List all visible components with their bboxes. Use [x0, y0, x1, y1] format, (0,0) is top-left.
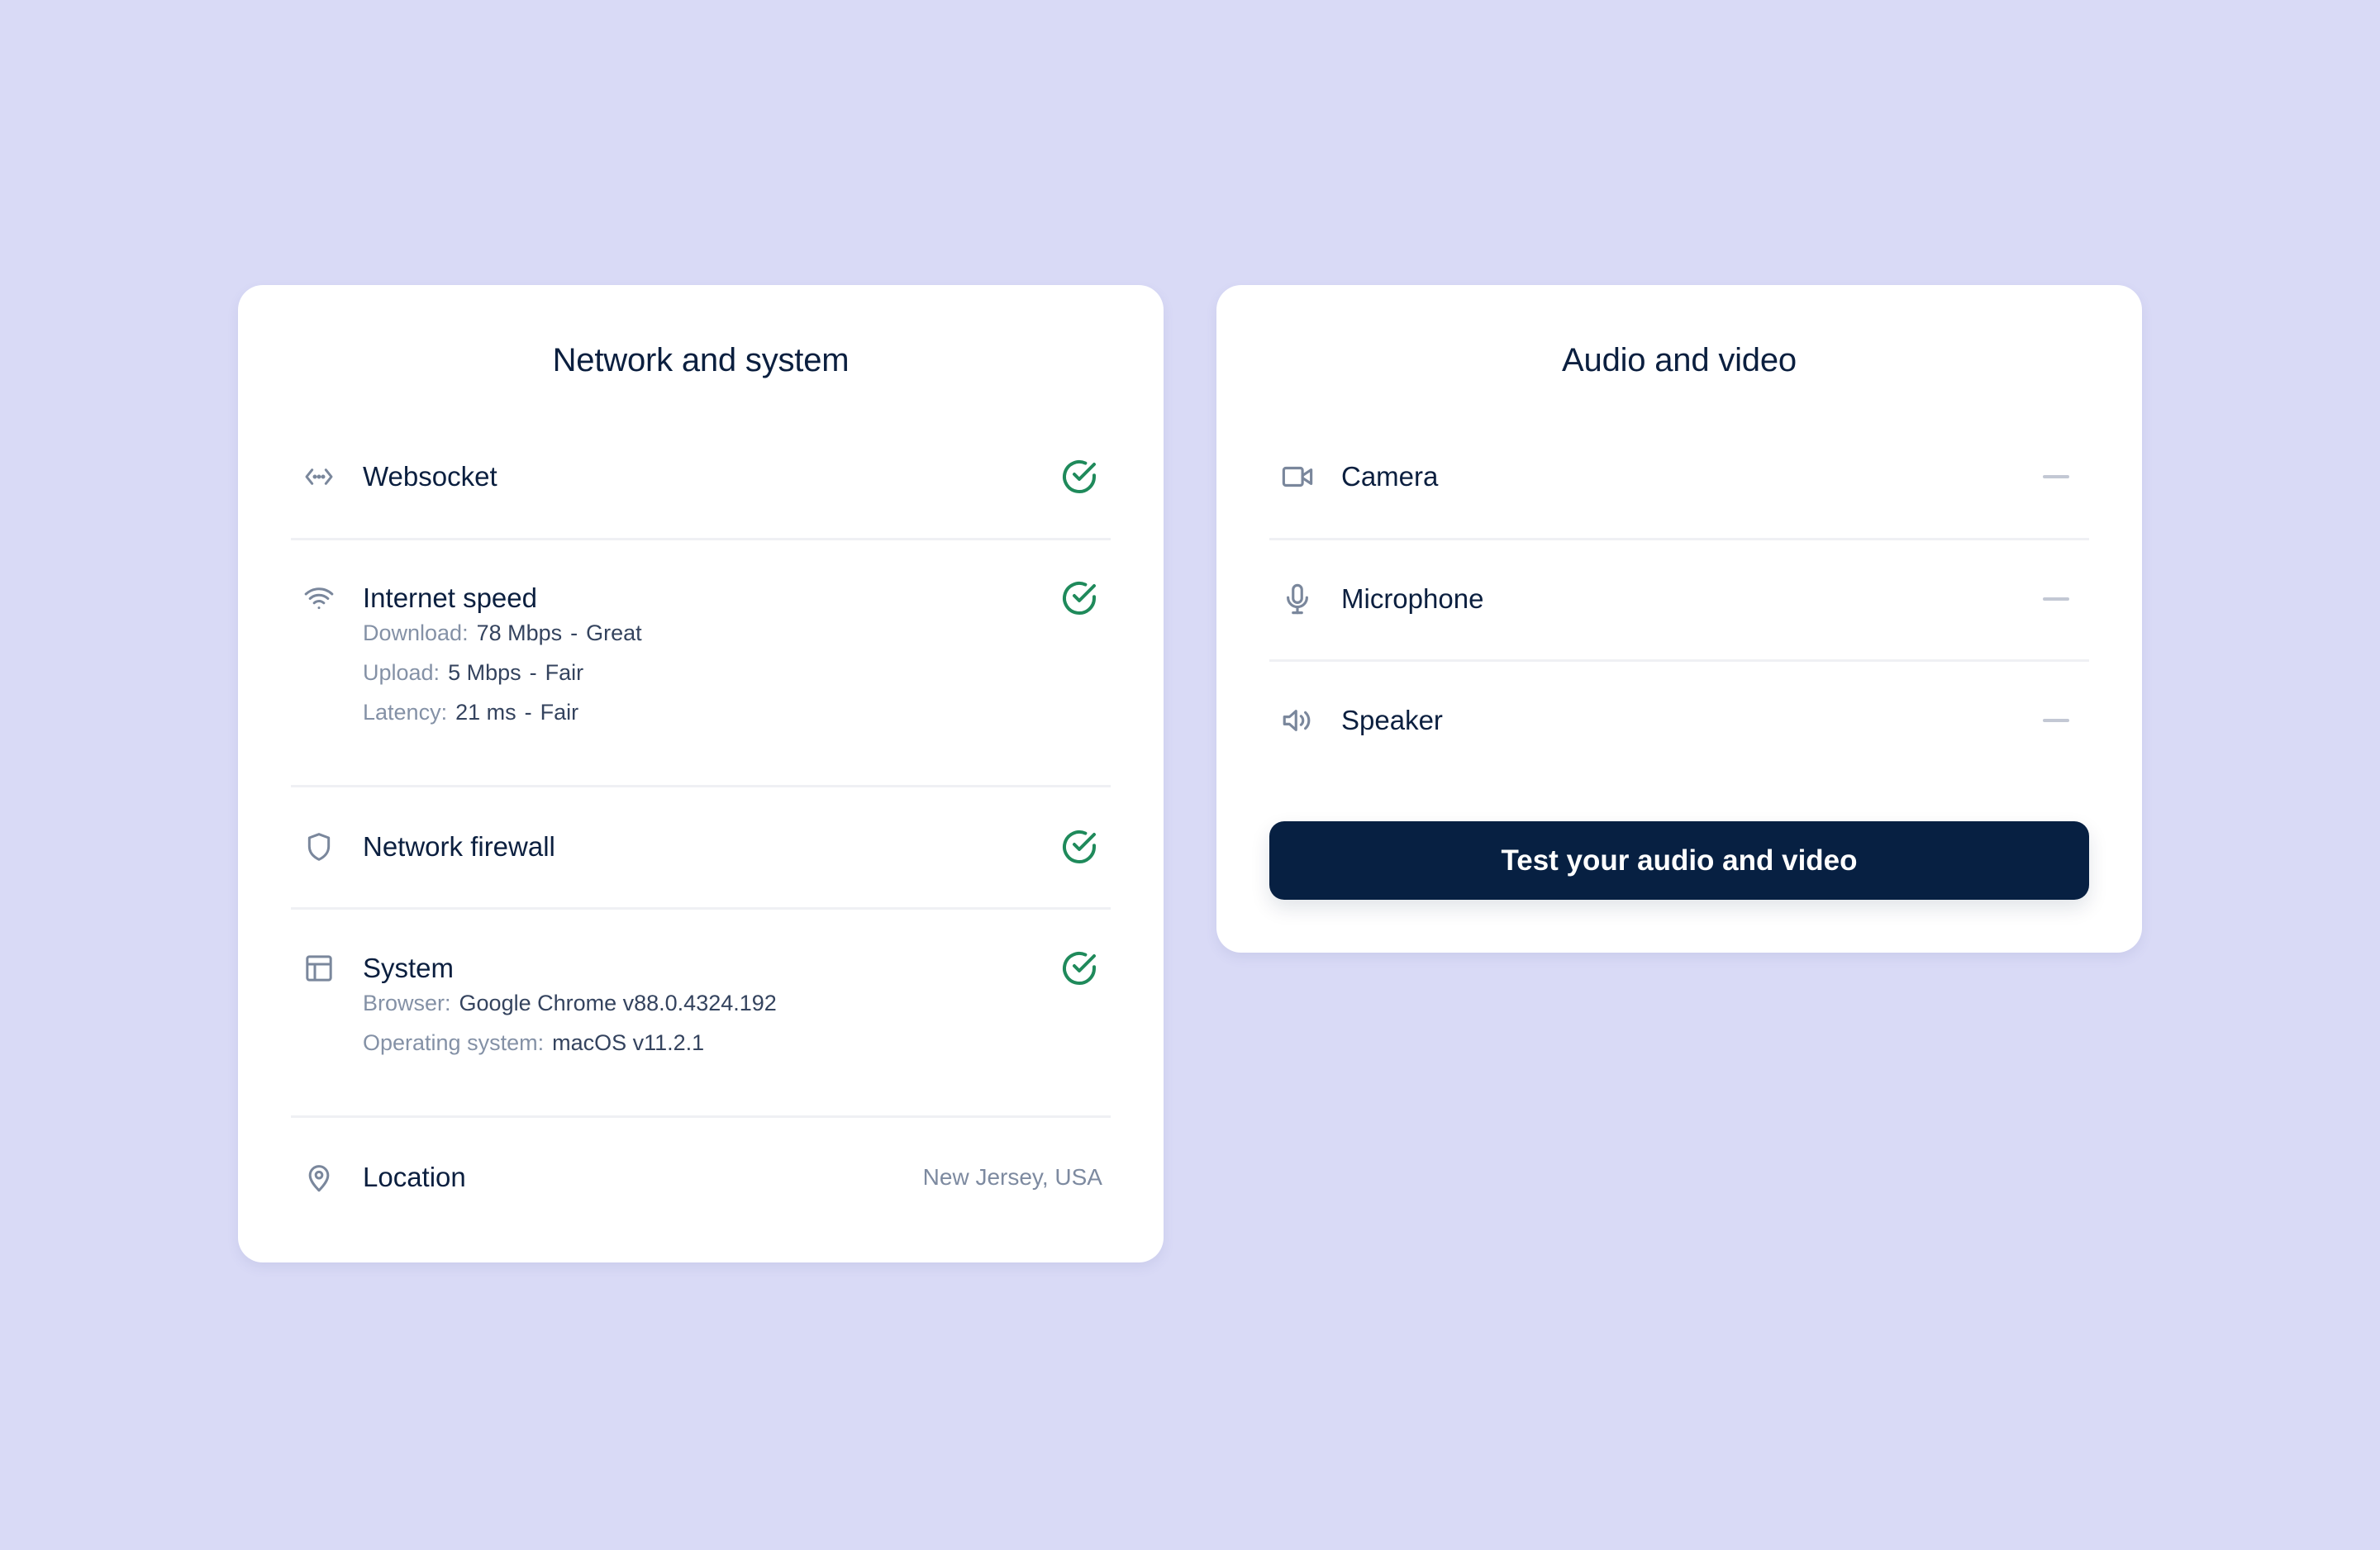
detail-separator: - — [529, 660, 537, 685]
wifi-icon — [301, 580, 337, 616]
system-details: Browser: Google Chrome v88.0.4324.192 Ope… — [363, 983, 777, 1063]
detail-separator: - — [524, 700, 532, 725]
detail-latency: Latency: 21 ms - Fair — [363, 692, 642, 732]
card-title: Network and system — [552, 342, 850, 378]
network-system-card: Network and system Websocket Internet sp… — [238, 285, 1164, 1262]
check-row-system: System Browser: Google Chrome v88.0.4324.… — [291, 950, 1111, 1066]
detail-key: Latency: — [363, 700, 448, 725]
divider — [291, 538, 1111, 540]
divider — [1269, 659, 2089, 662]
detail-value: macOS v11.2.1 — [552, 1030, 705, 1055]
divider — [291, 1115, 1111, 1118]
test-audio-video-button[interactable]: Test your audio and video — [1269, 821, 2089, 900]
divider — [1269, 538, 2089, 540]
layout-icon — [301, 950, 337, 987]
detail-upload: Upload: 5 Mbps - Fair — [363, 653, 642, 692]
check-row-internet-speed: Internet speed Download: 78 Mbps - Great Up… — [291, 580, 1111, 729]
detail-rating: Fair — [540, 700, 579, 725]
video-camera-icon — [1279, 459, 1316, 495]
detail-rating: Great — [586, 620, 642, 645]
detail-browser: Browser: Google Chrome v88.0.4324.192 — [363, 983, 777, 1023]
internet-speed-details: Download: 78 Mbps - Great Upload: 5 Mbps - Fai… — [363, 613, 642, 732]
detail-key: Upload: — [363, 660, 440, 685]
info-label: Location — [363, 1162, 466, 1192]
check-label: Websocket — [363, 461, 497, 492]
map-pin-icon — [301, 1159, 337, 1196]
speaker-icon — [1279, 702, 1316, 739]
divider — [291, 907, 1111, 910]
detail-key: Download: — [363, 620, 469, 645]
divider — [291, 785, 1111, 787]
device-row-microphone: Microphone — [1269, 581, 2089, 617]
check-label: Internet speed — [363, 582, 537, 613]
pending-dash-icon — [2043, 597, 2069, 601]
check-circle-icon — [1059, 949, 1099, 988]
location-value: New Jersey, USA — [922, 1164, 1102, 1190]
check-label: System — [363, 953, 455, 983]
detail-download: Download: 78 Mbps - Great — [363, 613, 642, 653]
microphone-icon — [1279, 581, 1316, 617]
audio-video-card: Audio and video Camera Microphone Speake… — [1216, 285, 2142, 953]
detail-value: 78 Mbps — [476, 620, 563, 645]
check-circle-icon — [1059, 578, 1099, 618]
pending-dash-icon — [2043, 719, 2069, 722]
device-label: Microphone — [1341, 583, 1484, 614]
check-circle-icon — [1059, 457, 1099, 497]
detail-separator: - — [570, 620, 578, 645]
check-row-websocket: Websocket — [291, 459, 1111, 495]
check-row-firewall: Network firewall — [291, 829, 1111, 865]
info-row-location: Location New Jersey, USA — [291, 1159, 1111, 1196]
device-row-speaker: Speaker — [1269, 702, 2089, 739]
detail-value: 5 Mbps — [448, 660, 521, 685]
shield-icon — [301, 829, 337, 865]
detail-os: Operating system: macOS v11.2.1 — [363, 1023, 777, 1063]
code-brackets-icon — [301, 459, 337, 495]
device-label: Speaker — [1341, 705, 1443, 735]
card-title: Audio and video — [1562, 342, 1797, 378]
device-row-camera: Camera — [1269, 459, 2089, 495]
detail-value: 21 ms — [455, 700, 516, 725]
detail-key: Operating system: — [363, 1030, 545, 1055]
check-label: Network firewall — [363, 831, 555, 862]
pending-dash-icon — [2043, 475, 2069, 478]
detail-key: Browser: — [363, 991, 451, 1015]
detail-rating: Fair — [545, 660, 584, 685]
device-label: Camera — [1341, 461, 1439, 492]
detail-value: Google Chrome v88.0.4324.192 — [459, 991, 777, 1015]
check-circle-icon — [1059, 827, 1099, 867]
